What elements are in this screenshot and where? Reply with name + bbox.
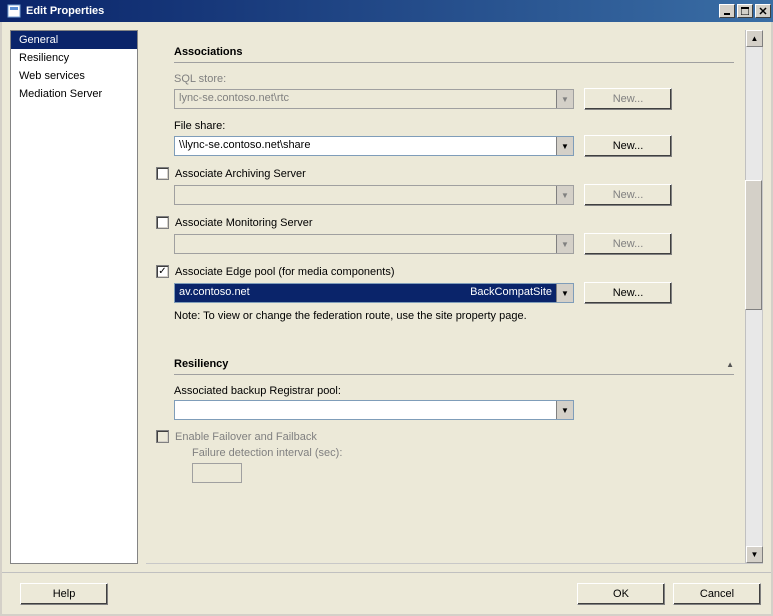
sidebar-item-general[interactable]: General (11, 31, 137, 49)
cancel-button[interactable]: Cancel (673, 583, 761, 605)
failover-label: Enable Failover and Failback (175, 431, 317, 443)
close-button[interactable] (755, 4, 771, 18)
chevron-down-icon[interactable]: ▼ (556, 137, 573, 155)
edge-note: Note: To view or change the federation r… (174, 310, 734, 322)
file-share-new-button[interactable]: New... (584, 135, 672, 157)
minimize-button[interactable] (719, 4, 735, 18)
window-title: Edit Properties (26, 5, 717, 17)
chevron-down-icon: ▼ (556, 90, 573, 108)
chevron-down-icon[interactable]: ▼ (556, 401, 573, 419)
sidebar-item-resiliency[interactable]: Resiliency (11, 49, 137, 67)
chevron-down-icon: ▼ (556, 186, 573, 204)
interval-label: Failure detection interval (sec): (192, 447, 734, 459)
help-button[interactable]: Help (20, 583, 108, 605)
monitoring-checkbox[interactable] (156, 216, 169, 229)
ok-button[interactable]: OK (577, 583, 665, 605)
scroll-thumb[interactable] (745, 180, 762, 310)
section-heading-associations: Associations (174, 40, 734, 62)
nav-sidebar: General Resiliency Web services Mediatio… (10, 30, 138, 564)
archiving-label: Associate Archiving Server (175, 168, 306, 180)
failover-checkbox (156, 430, 169, 443)
app-icon (6, 3, 22, 19)
sql-store-select: lync-se.contoso.net\rtc ▼ (174, 89, 574, 109)
file-share-label: File share: (174, 120, 734, 132)
sidebar-item-mediation-server[interactable]: Mediation Server (11, 85, 137, 103)
maximize-button[interactable] (737, 4, 753, 18)
edge-checkbox[interactable]: ✓ (156, 265, 169, 278)
file-share-select[interactable]: \\lync-se.contoso.net\share ▼ (174, 136, 574, 156)
interval-input (192, 463, 242, 483)
scroll-down-icon[interactable]: ▼ (746, 546, 763, 563)
edge-select[interactable]: av.contoso.net BackCompatSite ▼ (174, 283, 574, 303)
monitoring-select: ▼ (174, 234, 574, 254)
edge-label: Associate Edge pool (for media component… (175, 266, 395, 278)
monitoring-label: Associate Monitoring Server (175, 217, 313, 229)
sql-store-new-button: New... (584, 88, 672, 110)
sql-store-label: SQL store: (174, 73, 734, 85)
archiving-new-button: New... (584, 184, 672, 206)
archiving-select: ▼ (174, 185, 574, 205)
scrollbar[interactable]: ▲ ▼ (745, 30, 762, 563)
content-panel: Associations SQL store: lync-se.contoso.… (146, 30, 744, 563)
edge-new-button[interactable]: New... (584, 282, 672, 304)
monitoring-new-button: New... (584, 233, 672, 255)
section-heading-resiliency[interactable]: Resiliency (174, 352, 734, 374)
archiving-checkbox[interactable] (156, 167, 169, 180)
title-bar: Edit Properties (0, 0, 773, 22)
backup-pool-select[interactable]: ▼ (174, 400, 574, 420)
dialog-footer: Help OK Cancel (2, 572, 771, 614)
scroll-up-icon[interactable]: ▲ (746, 30, 763, 47)
chevron-down-icon: ▼ (556, 235, 573, 253)
backup-pool-label: Associated backup Registrar pool: (174, 385, 734, 397)
sidebar-item-web-services[interactable]: Web services (11, 67, 137, 85)
chevron-down-icon[interactable]: ▼ (556, 284, 573, 302)
